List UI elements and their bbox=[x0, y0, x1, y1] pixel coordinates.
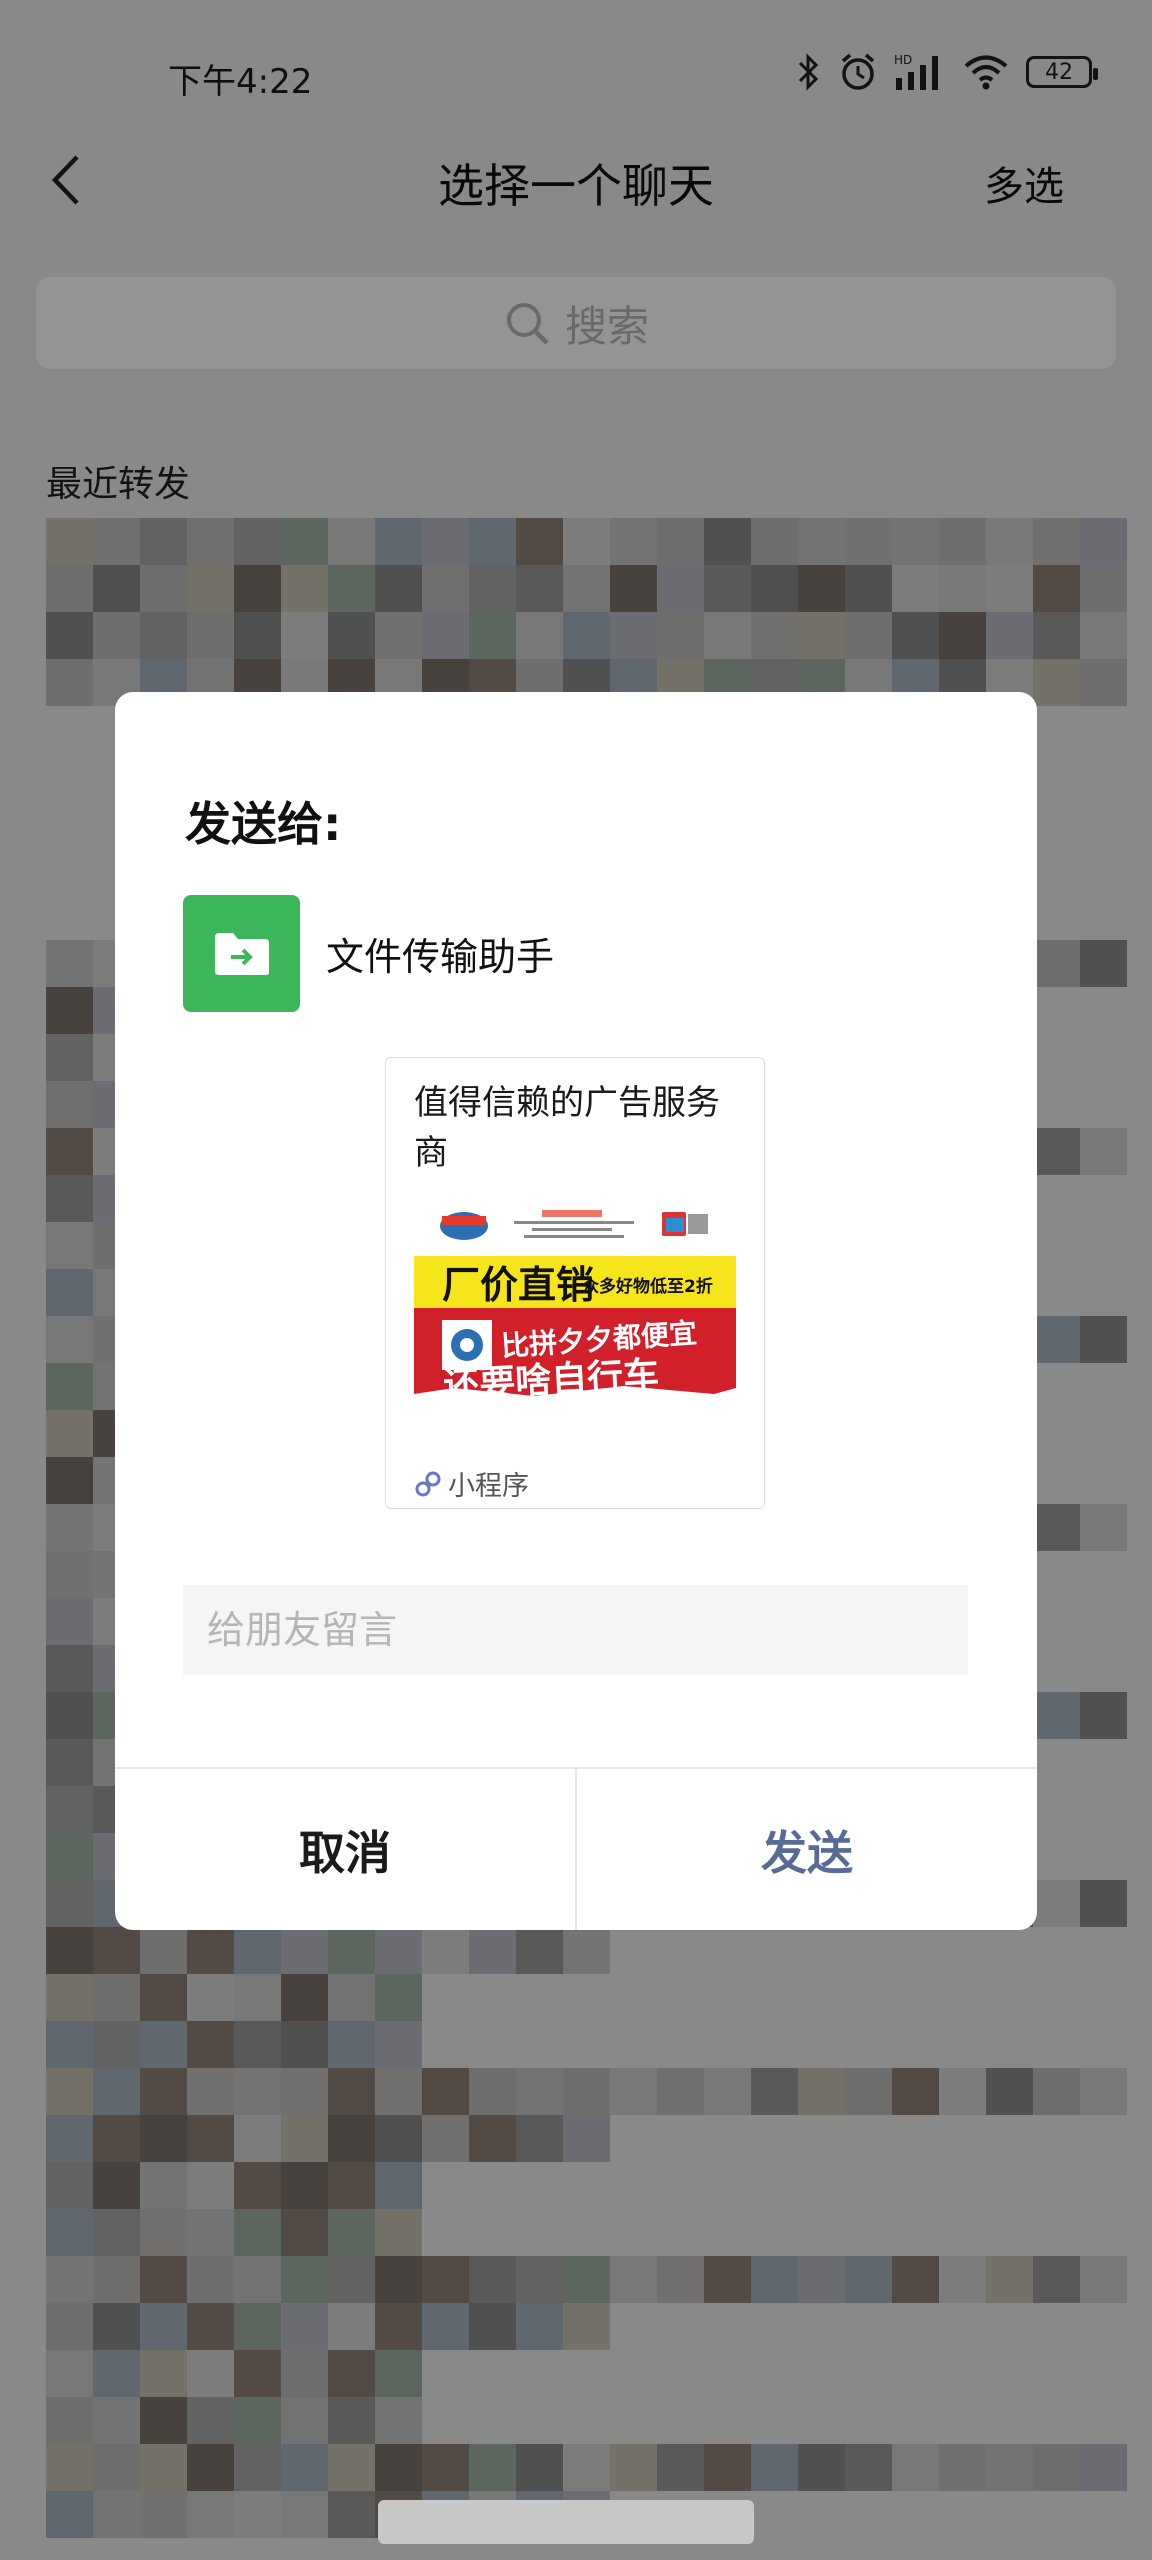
send-dialog: 发送给: 文件传输助手 值得信赖的广告服务商 厂价直销 众多好物低至2折 比拼夕… bbox=[115, 692, 1037, 1930]
cancel-button[interactable]: 取消 bbox=[115, 1769, 577, 1930]
dialog-title: 发送给: bbox=[185, 797, 342, 851]
ad-banner-image: 厂价直销 众多好物低至2折 比拼夕夕都便宜 还要啥自行车 bbox=[414, 1198, 736, 1408]
home-indicator[interactable] bbox=[378, 2500, 754, 2544]
recipient: 文件传输助手 bbox=[183, 895, 554, 1012]
ad-logo-strip bbox=[440, 1210, 708, 1240]
card-footer: 小程序 bbox=[414, 1464, 529, 1503]
ad-subline: 众多好物低至2折 bbox=[582, 1276, 713, 1297]
card-footer-label: 小程序 bbox=[448, 1471, 529, 1502]
folder-arrow-icon bbox=[214, 932, 269, 975]
message-input[interactable] bbox=[183, 1585, 968, 1675]
ad-headline: 厂价直销 bbox=[442, 1263, 594, 1307]
send-button[interactable]: 发送 bbox=[577, 1769, 1037, 1930]
mini-program-card: 值得信赖的广告服务商 厂价直销 众多好物低至2折 比拼夕夕都便宜 还要啥自行车 … bbox=[385, 1057, 765, 1509]
mini-program-icon bbox=[415, 1471, 441, 1496]
dialog-actions: 取消 发送 bbox=[115, 1767, 1037, 1930]
recipient-name: 文件传输助手 bbox=[326, 935, 555, 979]
file-transfer-avatar bbox=[183, 895, 300, 1012]
card-title: 值得信赖的广告服务商 bbox=[414, 1083, 720, 1173]
